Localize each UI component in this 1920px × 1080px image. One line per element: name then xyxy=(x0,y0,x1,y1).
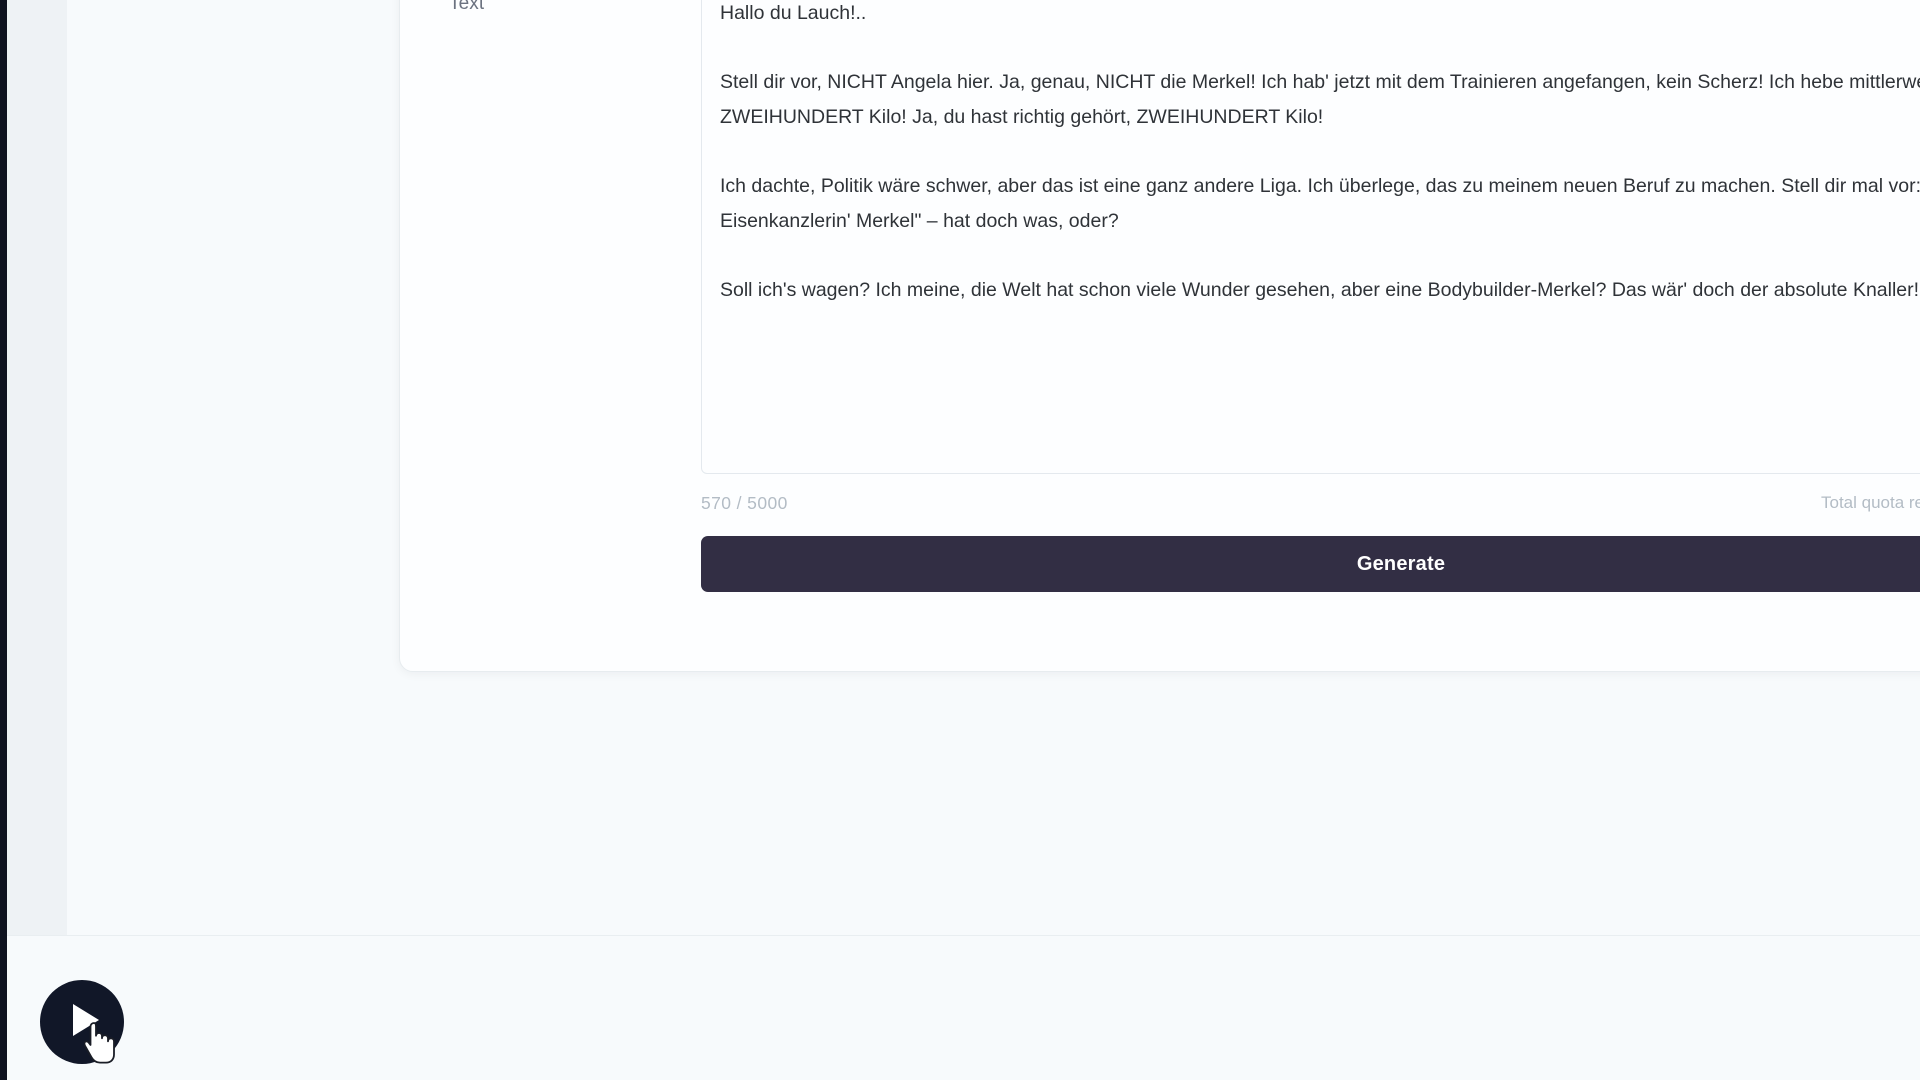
textarea-content[interactable]: Hallo du Lauch!.. Stell dir vor, NICHT A… xyxy=(702,0,1920,308)
text-paragraph: Stell dir vor, NICHT Angela hier. Ja, ge… xyxy=(720,71,1920,128)
text-field-label: Text xyxy=(449,0,485,14)
text-paragraph: Ich dachte, Politik wäre schwer, aber da… xyxy=(720,175,1920,232)
play-button[interactable] xyxy=(40,980,124,1064)
window-left-edge xyxy=(0,0,7,1080)
main-content-area: Text Hallo du Lauch!.. Stell dir vor, NI… xyxy=(0,0,1920,935)
character-counter: 570 / 5000 xyxy=(701,493,788,513)
text-input-textarea[interactable]: Hallo du Lauch!.. Stell dir vor, NICHT A… xyxy=(701,0,1920,474)
play-icon xyxy=(73,1004,99,1036)
quota-remaining-label: Total quota remaining: 2 xyxy=(1821,493,1920,512)
text-paragraph: Hallo du Lauch!.. xyxy=(720,2,867,24)
generate-button[interactable]: Generate xyxy=(701,536,1920,592)
tts-form-card: Text Hallo du Lauch!.. Stell dir vor, NI… xyxy=(399,0,1920,672)
viewport-left-gutter xyxy=(7,0,67,1080)
audio-player-bar xyxy=(7,935,1920,1080)
textarea-meta-row: 570 / 5000 Total quota remaining: 2 xyxy=(701,493,1920,523)
text-paragraph: Soll ich's wagen? Ich meine, die Welt ha… xyxy=(720,279,1920,301)
